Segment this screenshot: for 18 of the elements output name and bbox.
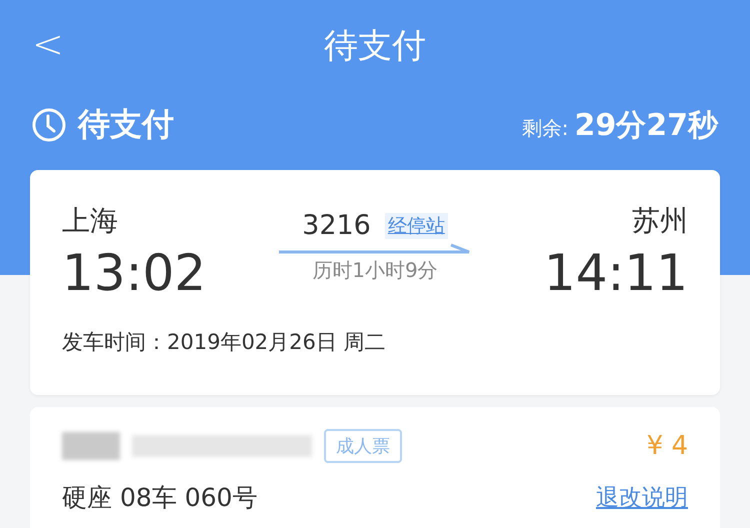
clock-icon xyxy=(32,108,66,142)
station-name: 苏州 xyxy=(632,203,688,239)
stops-link[interactable]: 经停站 xyxy=(384,212,448,238)
train-number: 3216 xyxy=(302,210,371,241)
countdown: 29分27秒 xyxy=(574,106,718,144)
departure-time: 13:02 xyxy=(62,244,206,302)
remaining-label: 剩余: xyxy=(522,114,568,142)
trip-duration: 历时1小时9分 xyxy=(312,257,438,284)
seat-info: 硬座 08车 060号 xyxy=(62,482,258,514)
departure-date: 发车时间：2019年02月26日 周二 xyxy=(62,329,387,356)
back-button[interactable]: < xyxy=(32,22,64,66)
status-label: 待支付 xyxy=(78,104,174,145)
arrival-time: 14:11 xyxy=(544,244,688,302)
refund-policy-link[interactable]: 退改说明 xyxy=(596,482,688,513)
ticket-price: ¥ 4 xyxy=(646,431,688,461)
ticket-type-tag: 成人票 xyxy=(324,429,402,463)
page-title: 待支付 xyxy=(324,25,426,68)
station-name: 上海 xyxy=(62,203,119,239)
